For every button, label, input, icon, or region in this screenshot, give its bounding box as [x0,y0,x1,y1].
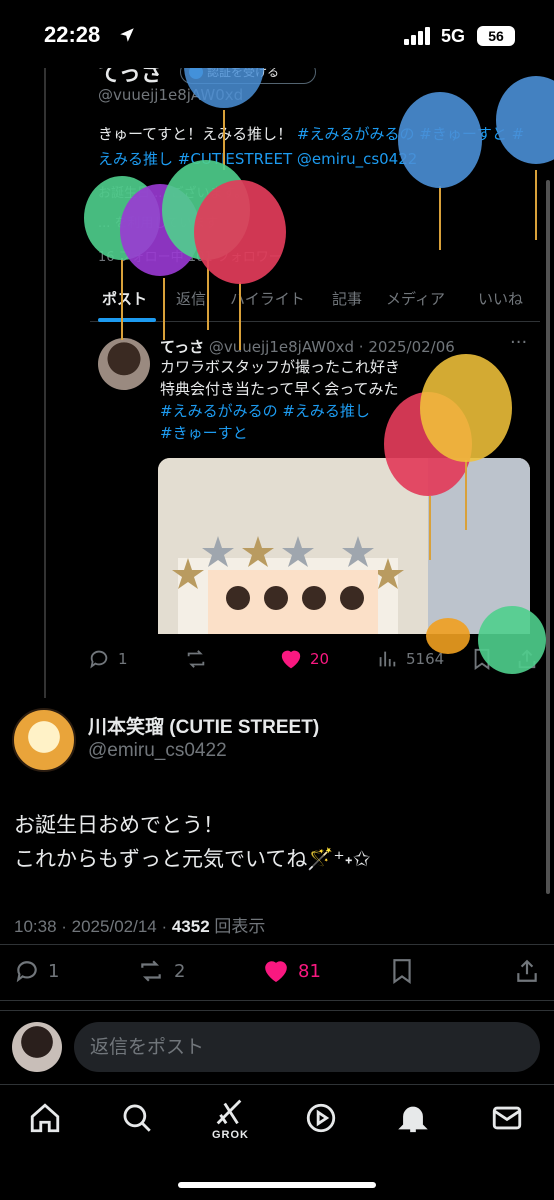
reply-icon [90,650,108,669]
profile-bio: きゅーてすと！えみる推し！ #えみるがみるの #きゅーすと #えみる推し #CU… [98,122,538,172]
heart-icon [265,961,287,983]
reply-count: 1 [118,650,128,668]
tab-highlights[interactable]: ハイライト [230,288,305,309]
inner-post-handle-date: @vuuejj1e8jAW0xd · 2025/02/06 [208,338,455,356]
inner-post-tags[interactable]: #えみるがみるの #えみる推し [160,400,460,422]
views-button[interactable]: 5164 [376,648,444,670]
bookmark-button[interactable] [390,958,414,984]
inner-post-header: てっさ @vuuejj1e8jAW0xd · 2025/02/06 [160,336,455,357]
network-type: 5G [441,26,466,46]
bio-tag[interactable]: #CUTIESTREET [178,150,292,168]
post-timestamp: 10:38 · 2025/02/14 · [14,917,172,936]
divider [0,1010,554,1011]
inner-post-tags[interactable]: #きゅーすと [160,422,460,444]
tab-replies[interactable]: 返信 [176,288,206,309]
reply-button[interactable]: 1 [88,648,128,670]
tab-likes[interactable]: いいね [478,288,523,309]
avatar [12,1022,62,1072]
share-icon [518,649,536,669]
bio-mention[interactable]: @emiru_cs0422 [297,150,417,168]
search-icon[interactable] [120,1101,154,1135]
bookmark-button[interactable] [472,648,492,670]
battery-icon: 56 [477,26,515,46]
heart-icon [281,650,301,669]
home-icon[interactable] [28,1101,62,1135]
author-handle[interactable]: @emiru_cs0422 [88,740,227,762]
share-button[interactable] [514,958,540,984]
avatar[interactable] [98,338,150,390]
inner-post-line: 特典会付き当たって早く会ってみた [160,380,399,398]
like-count: 81 [298,960,321,982]
reply-input[interactable] [74,1022,540,1072]
divider [0,1000,554,1001]
location-arrow-icon [118,26,136,48]
scrollbar[interactable] [546,180,550,894]
tab-posts[interactable]: ポスト [102,288,147,309]
more-icon[interactable]: ··· [510,332,527,353]
status-bar: 22:28 5G 56 [0,0,554,68]
reply-input-container[interactable] [74,1022,540,1072]
bio-text: きゅーてすと！えみる推し！ [98,125,293,143]
reply-icon [16,961,37,983]
tab-underline [98,318,156,322]
author-name[interactable]: 川本笑瑠 (CUTIE STREET) [88,712,319,739]
repost-count: 2 [174,960,186,982]
bio-tag[interactable]: #きゅーすと [419,125,507,143]
reply-button[interactable]: 1 [14,958,59,984]
inner-post-text: カワラボスタッフが撮ったこれ好き 特典会付き当たって早く会ってみた #えみるがみ… [160,356,460,444]
views-icon [379,651,396,667]
post-photo[interactable] [158,458,530,634]
like-count: 20 [310,650,330,668]
grok-icon[interactable] [212,1095,246,1129]
divider [0,944,554,945]
profile-joined: ... を利用しています [98,216,219,231]
repost-icon [141,960,161,982]
repost-button[interactable] [184,648,208,670]
views-count: 5164 [406,650,445,668]
inner-post-name: てっさ [160,338,205,356]
mail-icon[interactable] [490,1101,524,1135]
repost-button[interactable]: 2 [136,958,185,984]
home-indicator [178,1182,376,1188]
share-icon [517,959,537,982]
bell-icon[interactable] [396,1101,430,1135]
signal-icon [404,26,432,45]
profile-tabs: ポスト 返信 ハイライト 記事 メディア いいね [90,280,540,322]
post-views-count: 4352 [171,917,210,936]
photo-illustration [158,458,530,634]
inner-post-line: カワラボスタッフが撮ったこれ好き [160,358,401,376]
like-button[interactable]: 20 [280,648,329,670]
post-text: お誕生日おめでとう！ これからもずっと元気でいてね🪄⁺˖✩ [14,808,534,876]
avatar[interactable] [12,708,76,772]
battery-level: 56 [488,28,504,44]
profile-handle: @vuuejj1e8jAW0xd [98,86,244,104]
bookmark-icon [393,959,411,984]
thread-line [44,68,46,698]
post-views-label: 回表示 [209,917,266,936]
tab-media[interactable]: メディア [386,288,445,309]
share-button[interactable] [516,648,538,670]
post-text-line: お誕生日おめでとう！ [14,813,224,837]
follow-counts[interactable]: 16 フォロー中 101 フォロワー [98,246,282,265]
status-time: 22:28 [44,22,101,47]
profile-birthday: お誕生日 ... ございます。 [98,186,248,201]
tab-articles[interactable]: 記事 [332,288,362,309]
bookmark-icon [474,648,490,670]
repost-icon [187,650,205,668]
like-button[interactable]: 81 [262,958,321,984]
grok-label: GROK [212,1129,249,1141]
post-meta: 10:38 · 2025/02/14 · 4352 回表示 [14,912,265,937]
reply-count: 1 [48,960,60,982]
bio-tag[interactable]: #えみるがみるの [297,125,415,143]
video-icon[interactable] [304,1101,338,1135]
post-text-line: これからもずっと元気でいてね🪄⁺˖✩ [14,847,371,871]
